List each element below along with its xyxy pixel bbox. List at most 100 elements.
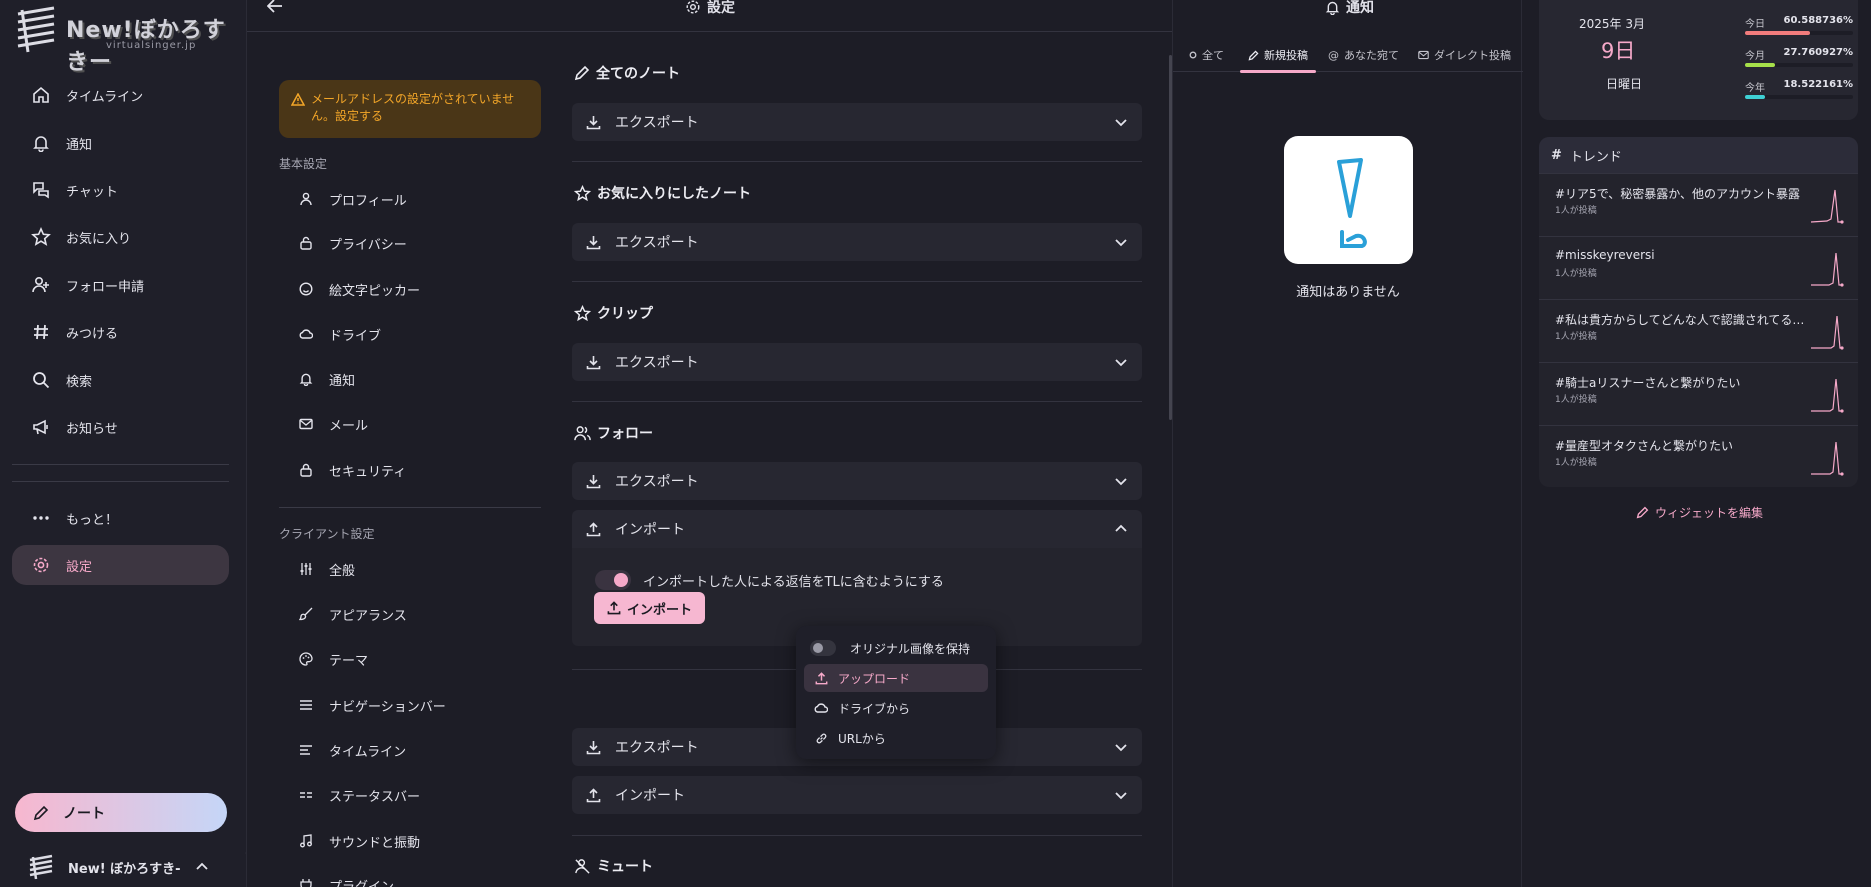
trend-item[interactable]: #リア5で、秘密暴露か、他のアカウント暴露 1人が投稿 [1539, 173, 1858, 236]
keep-original-toggle[interactable]: オリジナル画像を保持 [804, 634, 988, 662]
menu-item-theme[interactable]: テーマ [297, 644, 537, 674]
trend-sparkline [1811, 315, 1844, 350]
group-title-text: 全てのノート [596, 66, 680, 82]
menu-item-general[interactable]: 全般 [297, 554, 537, 584]
nav-item-more[interactable]: もっと！ [12, 498, 229, 538]
file-source-popup: オリジナル画像を保持 アップロード ドライブから URLから [796, 626, 996, 759]
email-warning-banner[interactable]: メールアドレスの設定がされていません。設定する [279, 80, 541, 138]
notifications-title-text: 通知 [1346, 0, 1374, 16]
active-tab-indicator [1240, 70, 1316, 73]
nav-item-chat[interactable]: チャット [12, 170, 229, 210]
circle-icon [1189, 51, 1197, 59]
include-replies-switch[interactable] [595, 570, 631, 590]
export-all-notes-row[interactable]: エクスポート [572, 103, 1142, 141]
nav-item-search[interactable]: 検索 [12, 360, 229, 400]
tab-label: 全て [1202, 49, 1224, 62]
tab-label: 新規投稿 [1264, 49, 1308, 62]
nav-item-announcements[interactable]: お知らせ [12, 407, 229, 447]
popup-item-from-url[interactable]: URLから [804, 724, 988, 752]
account-menu[interactable]: New! ぼかろすき- [28, 853, 228, 881]
trend-item[interactable]: #私は貴方からしてどんな人で認識されてるのか知りたい 1人が投稿 [1539, 299, 1858, 362]
section-separator [572, 281, 1142, 282]
trend-count: 1人が投稿 [1555, 206, 1597, 216]
tab-all[interactable]: 全て [1189, 38, 1224, 72]
trend-item[interactable]: #量産型オタクさんと繋がりたい 1人が投稿 [1539, 425, 1858, 487]
import-list-row[interactable]: インポート [572, 776, 1142, 814]
menu-item-email[interactable]: メール [297, 409, 537, 439]
mail-icon [297, 418, 315, 430]
star-icon [574, 184, 591, 201]
menu-item-label: プラグイン [329, 879, 395, 887]
group-title-follow: フォロー [574, 423, 653, 443]
keep-original-switch[interactable] [810, 640, 836, 656]
edit-widgets-link[interactable]: ウィジェットを編集 [1636, 504, 1763, 521]
menu-list-icon [297, 699, 315, 711]
trend-tag: #量産型オタクさんと繋がりたい [1555, 439, 1734, 453]
row-label: エクスポート [615, 740, 699, 756]
tab-mentions[interactable]: @ あなた宛て [1328, 38, 1399, 72]
music-icon [297, 834, 315, 848]
main-navigation: New!ぼかろすきー virtualsinger.jp タイムライン 通知 チャ… [0, 0, 246, 887]
calendar-year-month: 2025年 3月 [1579, 17, 1645, 31]
popup-item-from-drive[interactable]: ドライブから [804, 694, 988, 722]
mood-icon [297, 282, 315, 296]
nav-item-timeline[interactable]: タイムライン [12, 75, 229, 115]
gear-icon [686, 0, 700, 14]
calendar-widget: 2025年 3月 9日 日曜日 今日 60.588736% 今月 27.7609… [1539, 0, 1858, 120]
nav-item-label: 設定 [66, 559, 93, 575]
compose-note-button[interactable]: ノート [15, 793, 227, 832]
instance-logo[interactable]: New!ぼかろすきー virtualsinger.jp [14, 2, 244, 75]
menu-item-notifications[interactable]: 通知 [297, 364, 537, 394]
export-favorites-row[interactable]: エクスポート [572, 223, 1142, 261]
bell-icon [297, 372, 315, 386]
menu-item-privacy[interactable]: プライバシー [297, 228, 537, 258]
menu-item-label: 絵文字ピッカー [329, 283, 421, 299]
import-follow-row[interactable]: インポート [572, 510, 1142, 548]
progress-fill [1745, 63, 1776, 67]
tab-direct[interactable]: ダイレクト投稿 [1418, 38, 1511, 72]
chevron-down-icon [1115, 359, 1127, 367]
trend-item[interactable]: #misskeyreversi 1人が投稿 [1539, 236, 1858, 299]
mail-icon [1418, 50, 1429, 60]
menu-item-profile[interactable]: プロフィール [297, 184, 537, 214]
nav-item-label: フォロー申請 [66, 279, 145, 295]
progress-value: 18.522161% [1783, 79, 1853, 90]
trend-tag: #私は貴方からしてどんな人で認識されてるのか知りたい [1555, 313, 1810, 327]
trend-item[interactable]: #騎士aリスナーさんと繋がりたい 1人が投稿 [1539, 362, 1858, 425]
include-replies-toggle-row[interactable]: インポートした人による返信をTLに含むようにする [595, 570, 944, 590]
menu-item-appearance[interactable]: アピアランス [297, 599, 537, 629]
nav-item-label: 検索 [66, 374, 93, 390]
palette-icon [297, 652, 315, 666]
menu-item-sound[interactable]: サウンドと振動 [297, 826, 537, 856]
export-clips-row[interactable]: エクスポート [572, 343, 1142, 381]
chat-icon [30, 179, 52, 201]
nav-item-explore[interactable]: みつける [12, 312, 229, 352]
nav-item-label: みつける [66, 326, 119, 342]
menu-item-plugins[interactable]: プラグイン [297, 870, 537, 887]
nav-item-label: お気に入り [66, 231, 132, 247]
export-follow-row[interactable]: エクスポート [572, 462, 1142, 500]
back-button[interactable] [267, 0, 283, 13]
trend-tag: #misskeyreversi [1555, 248, 1655, 262]
menu-item-label: 全般 [329, 563, 356, 579]
menu-item-security[interactable]: セキュリティ [297, 455, 537, 485]
menu-item-statusbar[interactable]: ステータスバー [297, 780, 537, 810]
nav-item-favorites[interactable]: お気に入り [12, 217, 229, 257]
star-icon [574, 304, 591, 321]
nav-item-label: チャット [66, 184, 118, 200]
nav-item-notifications[interactable]: 通知 [12, 123, 229, 163]
trend-count: 1人が投稿 [1555, 458, 1597, 468]
nav-item-settings[interactable]: 設定 [12, 545, 229, 585]
menu-item-label: ナビゲーションバー [329, 699, 446, 715]
popup-item-upload[interactable]: アップロード [804, 664, 988, 692]
import-button[interactable]: インポート [594, 592, 705, 624]
tab-new-posts[interactable]: 新規投稿 [1240, 38, 1316, 73]
menu-item-navbar[interactable]: ナビゲーションバー [297, 690, 537, 720]
menu-item-timeline[interactable]: タイムライン [297, 735, 537, 765]
menu-item-drive[interactable]: ドライブ [297, 319, 537, 349]
menu-item-emoji-picker[interactable]: 絵文字ピッカー [297, 274, 537, 304]
account-name: New! ぼかろすき- [68, 861, 181, 877]
settings-panel: 設定 メールアドレスの設定がされていません。設定する 基本設定 プロフィール プ… [246, 0, 1172, 887]
nav-item-follow-requests[interactable]: フォロー申請 [12, 265, 229, 305]
settings-title: 設定 [685, 0, 735, 17]
